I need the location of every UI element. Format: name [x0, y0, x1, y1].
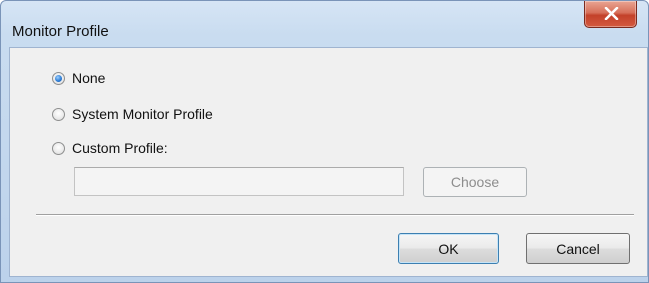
option-none-label: None	[72, 70, 106, 86]
radio-custom-profile[interactable]	[52, 141, 65, 155]
cancel-button[interactable]: Cancel	[526, 233, 630, 264]
option-system-monitor-profile-label: System Monitor Profile	[72, 106, 213, 122]
close-button[interactable]	[584, 1, 637, 28]
option-none[interactable]: None	[52, 69, 105, 87]
close-x-icon	[604, 7, 619, 20]
ok-button[interactable]: OK	[398, 233, 499, 264]
dialog-body: None System Monitor Profile Custom Profi…	[9, 47, 648, 277]
option-system-monitor-profile[interactable]: System Monitor Profile	[52, 105, 213, 123]
dialog-window: Monitor Profile None System Monitor Prof…	[0, 0, 649, 283]
option-custom-profile-label: Custom Profile:	[72, 140, 168, 156]
footer-divider	[36, 214, 634, 216]
window-title: Monitor Profile	[12, 23, 109, 40]
choose-button[interactable]: Choose	[423, 167, 527, 197]
radio-none[interactable]	[52, 71, 65, 85]
custom-profile-path-input[interactable]	[74, 167, 404, 196]
radio-system-monitor-profile[interactable]	[52, 107, 65, 121]
option-custom-profile[interactable]: Custom Profile:	[52, 139, 168, 157]
title-bar[interactable]: Monitor Profile	[1, 1, 648, 45]
